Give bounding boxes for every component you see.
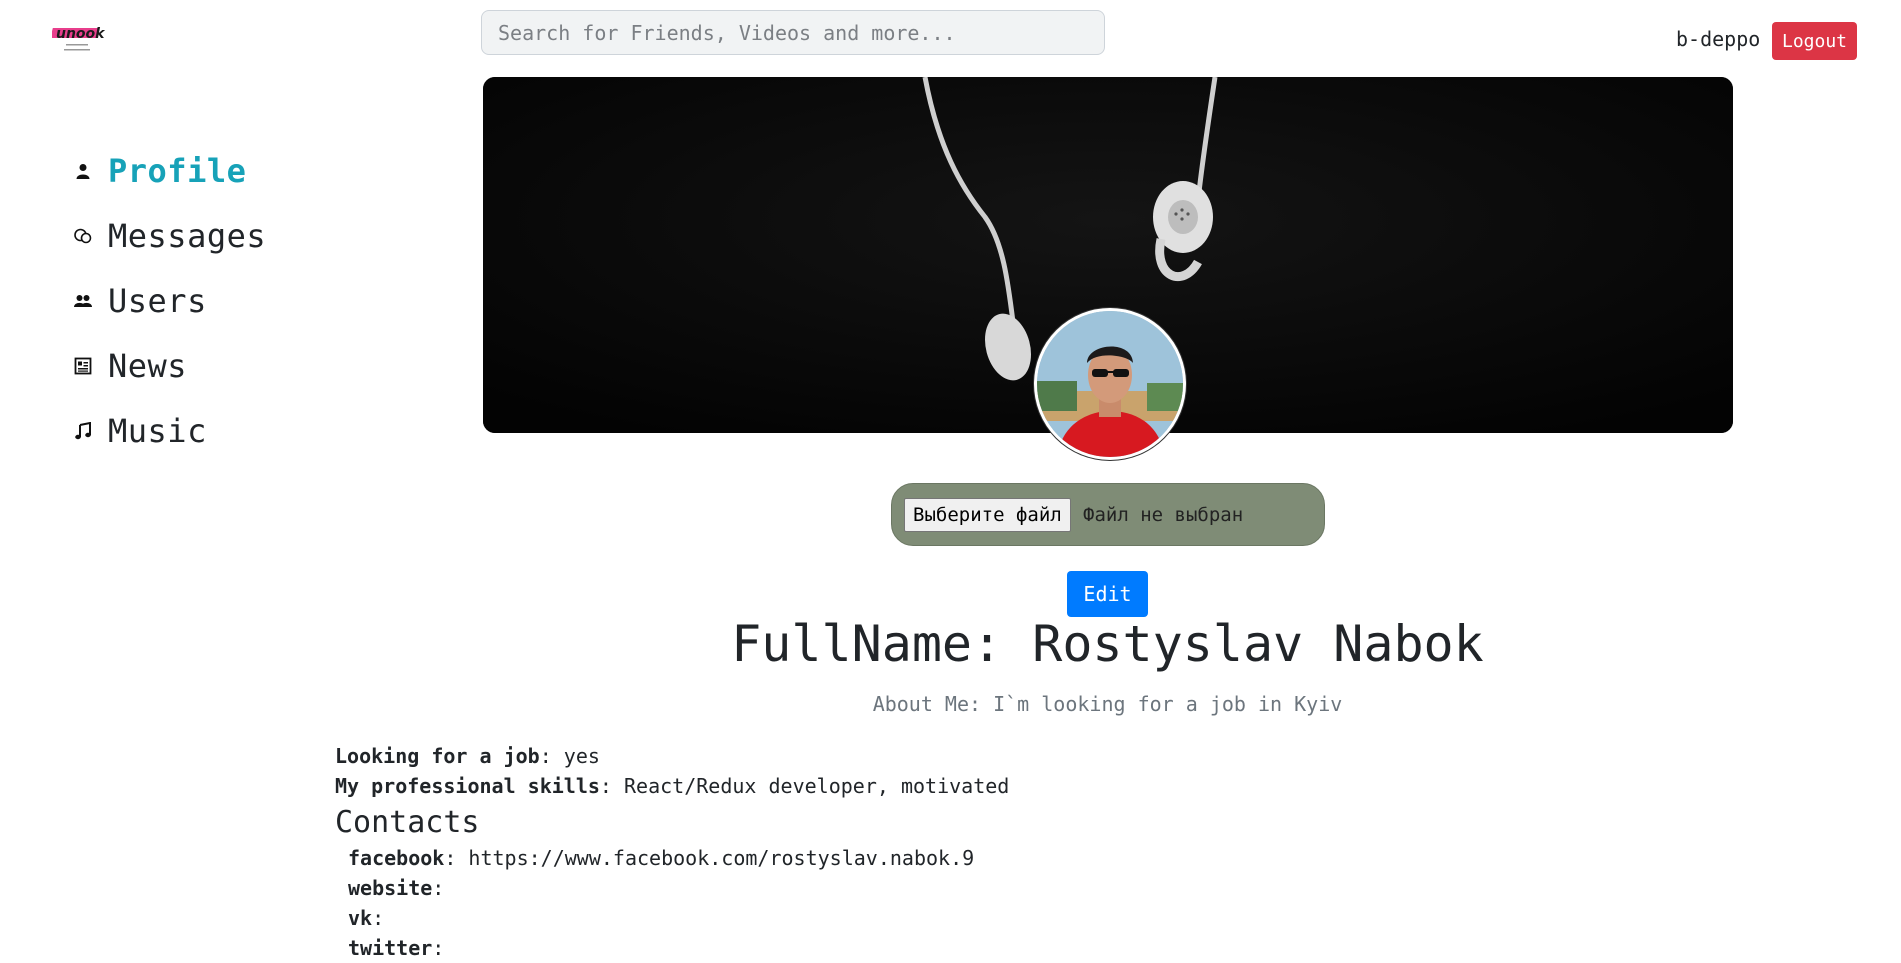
looking-for-job-value: yes (563, 744, 600, 768)
sidebar-item-label: Messages (108, 216, 267, 255)
newspaper-icon (74, 357, 92, 375)
skills-row: My professional skills: React/Redux deve… (335, 774, 1010, 798)
sidebar-item-music[interactable]: Music (74, 398, 266, 463)
edit-button[interactable]: Edit (1067, 571, 1148, 617)
contact-label: twitter (348, 936, 433, 960)
music-note-icon (74, 421, 92, 440)
person-icon (74, 162, 92, 180)
site-logo[interactable]: unook (52, 20, 112, 56)
contact-website: website: (348, 876, 445, 900)
users-icon (74, 292, 92, 310)
sidebar-item-label: Music (108, 411, 207, 450)
skills-label: My professional skills (335, 774, 600, 798)
contact-label: vk (348, 906, 373, 930)
contact-facebook: facebook: https://www.facebook.com/rosty… (348, 846, 975, 870)
chat-icon (74, 227, 92, 245)
sidebar-item-label: Users (108, 281, 207, 320)
contact-value: https://www.facebook.com/rostyslav.nabok… (468, 846, 975, 870)
skills-value: React/Redux developer, motivated (624, 774, 1010, 798)
sidebar-nav: Profile Messages Users News Music (74, 138, 266, 463)
profile-fullname: FullName: Rostyslav Nabok (731, 615, 1484, 673)
contact-twitter: twitter: (348, 936, 445, 960)
profile-about: About Me: I`m looking for a job in Kyiv (872, 692, 1343, 716)
sidebar-item-label: Profile (108, 151, 247, 190)
avatar-upload: Выберите файл Файл не выбран (891, 483, 1325, 546)
contact-label: facebook (348, 846, 445, 870)
sidebar-item-news[interactable]: News (74, 333, 266, 398)
sidebar-item-label: News (108, 346, 188, 385)
profile-avatar (1034, 308, 1186, 460)
search-input[interactable] (481, 10, 1105, 55)
choose-file-button[interactable]: Выберите файл (904, 498, 1071, 532)
profile-details: Looking for a job: yes My professional s… (335, 741, 1009, 963)
sidebar-item-messages[interactable]: Messages (74, 203, 266, 268)
looking-for-job-row: Looking for a job: yes (335, 744, 600, 768)
username: b-deppo (1676, 27, 1761, 51)
logo-text: unook (56, 26, 106, 42)
contact-label: website (348, 876, 433, 900)
looking-for-job-label: Looking for a job (335, 744, 540, 768)
file-status: Файл не выбран (1083, 504, 1244, 526)
contacts-title: Contacts (335, 805, 480, 840)
contact-vk: vk: (348, 906, 385, 930)
logout-button[interactable]: Logout (1772, 22, 1857, 60)
sidebar-item-profile[interactable]: Profile (74, 138, 266, 203)
sidebar-item-users[interactable]: Users (74, 268, 266, 333)
